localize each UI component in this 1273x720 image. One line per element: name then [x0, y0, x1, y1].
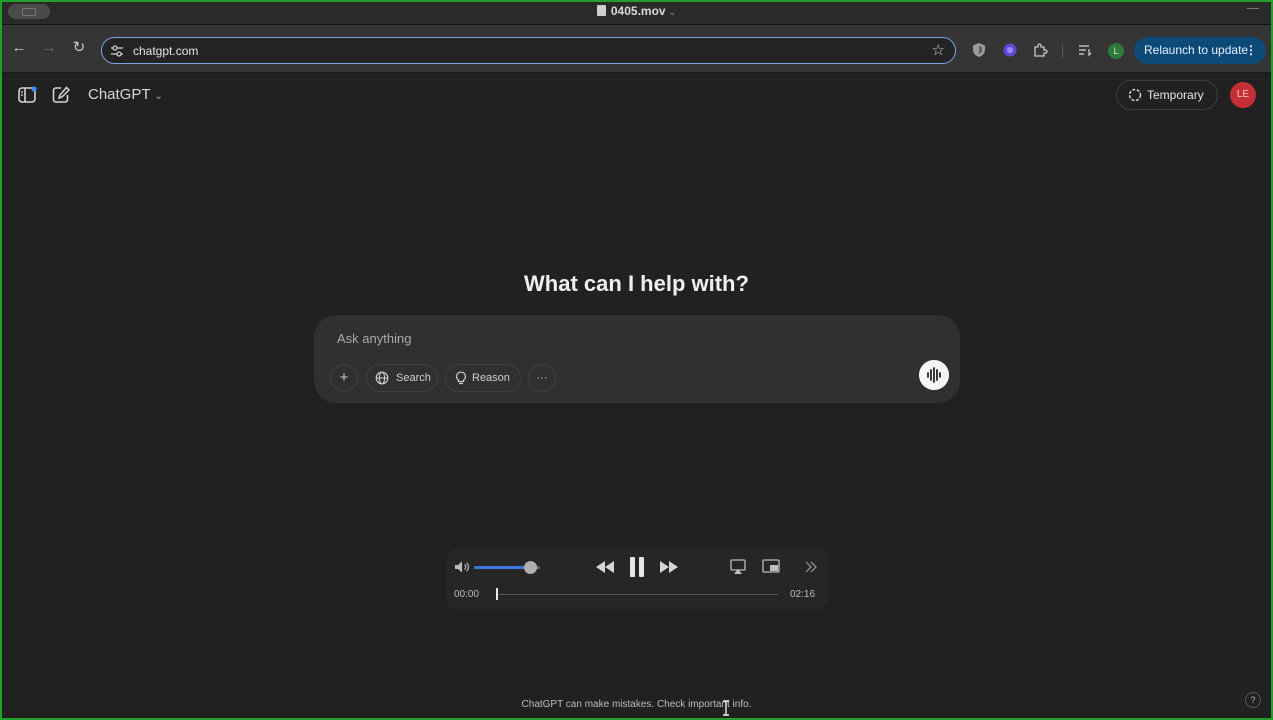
search-button[interactable]: Search — [366, 364, 438, 392]
airplay-icon[interactable] — [730, 557, 746, 577]
sidebar-toggle-icon[interactable] — [18, 86, 38, 104]
back-icon[interactable]: ← — [9, 38, 29, 58]
model-name: ChatGPT — [88, 86, 151, 103]
toolbar-divider — [1062, 44, 1063, 58]
relaunch-button[interactable]: Relaunch to update ⋮ — [1134, 37, 1266, 64]
relaunch-label: Relaunch to update — [1144, 43, 1249, 57]
window-title-text: 0405.mov — [610, 4, 666, 18]
duration: 02:16 — [790, 589, 816, 600]
reading-list-icon[interactable] — [1077, 42, 1093, 58]
profile-avatar[interactable]: L — [1108, 43, 1124, 59]
bookmark-star-icon[interactable]: ☆ — [932, 41, 945, 59]
volume-knob[interactable] — [523, 561, 537, 574]
model-selector[interactable]: ChatGPT ⌄ — [88, 86, 163, 103]
page-headline: What can I help with? — [524, 271, 749, 296]
document-icon — [596, 5, 606, 16]
attach-button[interactable]: + — [330, 364, 358, 392]
volume-level — [474, 566, 531, 569]
new-chat-icon[interactable] — [52, 86, 72, 104]
search-label: Search — [396, 372, 431, 384]
fast-forward-icon[interactable] — [658, 557, 680, 577]
window-title[interactable]: 0405.mov ⌄ — [0, 4, 1273, 18]
volume-icon[interactable] — [454, 560, 470, 574]
address-bar[interactable]: chatgpt.com ☆ — [101, 37, 956, 64]
purple-extension-icon[interactable] — [1002, 42, 1018, 58]
window-minimize[interactable] — [1247, 8, 1259, 9]
current-time: 00:00 — [454, 589, 480, 600]
url-text: chatgpt.com — [133, 44, 199, 58]
temporary-chat-button[interactable]: Temporary — [1116, 80, 1218, 110]
reason-label: Reason — [472, 372, 510, 384]
window-titlebar: 0405.mov ⌄ — [0, 0, 1273, 25]
puzzle-extensions-icon[interactable] — [1032, 42, 1048, 58]
more-controls-icon[interactable] — [804, 557, 818, 577]
video-controller: 00:00 02:16 — [446, 548, 828, 610]
picture-in-picture-icon[interactable] — [762, 557, 780, 577]
help-button[interactable]: ? — [1245, 692, 1261, 708]
prompt-input[interactable]: Ask anything — [337, 331, 411, 346]
rewind-icon[interactable] — [594, 557, 616, 577]
disclaimer-text: ChatGPT can make mistakes. Check importa… — [521, 699, 752, 710]
temporary-chat-icon — [1128, 88, 1142, 102]
shield-extension-icon[interactable] — [971, 42, 987, 58]
voice-mode-icon[interactable] — [919, 360, 949, 390]
forward-icon[interactable]: → — [39, 38, 59, 58]
user-avatar[interactable]: LE — [1230, 82, 1256, 108]
reload-icon[interactable]: ↻ — [69, 38, 89, 58]
site-settings-icon[interactable] — [110, 44, 124, 58]
more-tools-button[interactable]: ··· — [528, 364, 556, 392]
pause-icon[interactable] — [627, 555, 647, 579]
lightbulb-icon — [456, 371, 466, 385]
playhead[interactable] — [496, 588, 498, 600]
browser-menu-icon[interactable]: ⋮ — [1245, 37, 1257, 64]
chevron-down-icon: ⌄ — [668, 7, 677, 17]
browser-toolbar: ← → ↻ chatgpt.com ☆ L Relaunch to update… — [0, 25, 1273, 73]
globe-icon — [375, 371, 389, 385]
volume-slider[interactable] — [474, 561, 540, 574]
chevron-down-icon: ⌄ — [154, 91, 163, 102]
temporary-label: Temporary — [1147, 88, 1204, 102]
progress-track[interactable] — [496, 594, 778, 595]
text-cursor-icon — [723, 700, 729, 716]
prompt-composer[interactable]: Ask anything + Search Reason ··· — [314, 315, 960, 403]
reason-button[interactable]: Reason — [445, 364, 521, 392]
